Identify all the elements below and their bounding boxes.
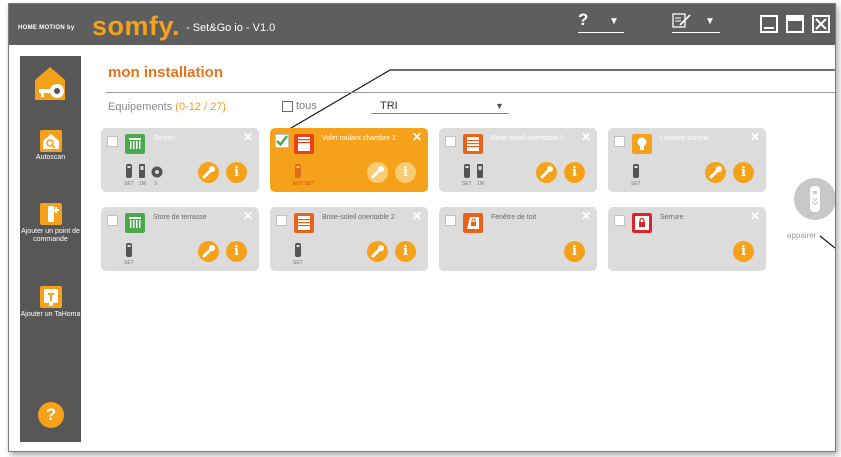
device-card-store-terrasse[interactable]: Store de terrasse ✕ SET i <box>101 207 259 271</box>
set-label: SET <box>124 181 134 187</box>
remove-device-button[interactable]: ✕ <box>750 209 760 223</box>
remote-icon <box>477 164 483 178</box>
settings-button[interactable] <box>367 241 388 262</box>
settings-button[interactable] <box>367 162 388 183</box>
equipment-counter: Equipements (0-12 / 27) <box>108 101 226 113</box>
info-button[interactable]: i <box>564 241 585 262</box>
set-label: 3 <box>154 181 157 187</box>
remote-icon <box>464 164 470 178</box>
info-button[interactable]: i <box>733 162 754 183</box>
screen-icon <box>125 134 145 154</box>
device-card-brise-soleil-2[interactable]: Brise-soleil orientable 2 ✕ SET i <box>270 207 428 271</box>
remote-icon <box>126 243 132 257</box>
chevron-down-icon: ▼ <box>495 101 504 111</box>
header-divider <box>106 92 835 93</box>
settings-button[interactable] <box>198 241 219 262</box>
sun-blind-icon <box>463 134 483 154</box>
remote-icon <box>295 243 301 257</box>
info-button[interactable]: i <box>226 162 247 183</box>
set-label: 1W <box>139 181 147 187</box>
settings-button[interactable] <box>705 162 726 183</box>
remove-device-button[interactable]: ✕ <box>750 130 760 144</box>
sort-dropdown-underline <box>371 113 509 114</box>
wrench-icon <box>371 166 384 179</box>
settings-button[interactable] <box>536 162 557 183</box>
pairing-label: appairer <box>787 231 817 240</box>
roof-window-icon <box>463 213 483 233</box>
awning-icon <box>125 213 145 233</box>
info-button[interactable]: i <box>564 162 585 183</box>
set-label: SET <box>631 181 641 187</box>
roller-shutter-icon <box>294 134 314 154</box>
device-checkbox[interactable] <box>445 215 456 226</box>
light-icon <box>632 134 652 154</box>
remote-icon <box>633 164 639 178</box>
device-checkbox[interactable] <box>614 136 625 147</box>
set-label: 1W <box>477 181 485 187</box>
device-card-brise-soleil-1[interactable]: Brise-soleil orientable 1 ✕ SET 1W i <box>439 128 597 192</box>
sun-blind-icon <box>294 213 314 233</box>
device-card-fenetre-toit[interactable]: Fenêtre de toit ✕ i <box>439 207 597 271</box>
remove-device-button[interactable]: ✕ <box>412 130 422 144</box>
device-checkbox[interactable] <box>107 136 118 147</box>
sensor-icon <box>151 166 163 178</box>
remote-icon <box>139 164 145 178</box>
device-card-volet-roulant[interactable]: Volet roulant chambre 1 ✕ NOT SET i <box>270 128 428 192</box>
device-checkbox[interactable] <box>445 136 456 147</box>
remove-device-button[interactable]: ✕ <box>243 130 253 144</box>
not-set-label: NOT SET <box>293 181 315 187</box>
settings-button[interactable] <box>198 162 219 183</box>
wrench-icon <box>371 245 384 258</box>
pairing-button[interactable] <box>794 178 835 220</box>
device-name: Screen <box>153 135 176 142</box>
checkmark-icon[interactable] <box>275 134 289 148</box>
device-card-serrure[interactable]: Serrure ✕ i <box>608 207 766 271</box>
app-window: HOME MOTION by somfy. - Set&Go io - V1.0… <box>8 3 836 452</box>
wrench-icon <box>202 245 215 258</box>
device-name: Volet roulant chambre 1 <box>322 135 396 142</box>
remote-pairing-icon <box>810 186 820 212</box>
set-label: SET <box>462 181 472 187</box>
device-name: Lumière cuisine <box>660 135 710 142</box>
remote-icon <box>126 164 132 178</box>
device-checkbox[interactable] <box>614 215 625 226</box>
wrench-icon <box>709 166 722 179</box>
device-checkbox[interactable] <box>276 215 287 226</box>
info-button[interactable]: i <box>226 241 247 262</box>
select-all-label: tous <box>296 100 317 112</box>
equipment-label: Equipements <box>108 101 173 113</box>
info-button[interactable]: i <box>733 241 754 262</box>
device-name: Brise-soleil orientable 2 <box>322 214 395 221</box>
remote-icon <box>295 164 301 178</box>
device-card-screen[interactable]: Screen ✕ SET 1W 3 i <box>101 128 259 192</box>
remove-device-button[interactable]: ✕ <box>243 209 253 223</box>
sort-dropdown[interactable]: TRI <box>380 100 398 112</box>
device-name: Store de terrasse <box>153 214 207 221</box>
info-button[interactable]: i <box>395 241 416 262</box>
set-label: SET <box>124 260 134 266</box>
select-all-checkbox[interactable] <box>282 101 293 112</box>
lock-icon <box>632 213 652 233</box>
device-name: Serrure <box>660 214 684 221</box>
device-name: Brise-soleil orientable 1 <box>491 135 564 142</box>
remove-device-button[interactable]: ✕ <box>581 209 591 223</box>
device-card-lumiere[interactable]: Lumière cuisine ✕ SET i <box>608 128 766 192</box>
remove-device-button[interactable]: ✕ <box>581 130 591 144</box>
set-label: SET <box>293 260 303 266</box>
wrench-icon <box>202 166 215 179</box>
wrench-icon <box>540 166 553 179</box>
info-button[interactable]: i <box>395 162 416 183</box>
remove-device-button[interactable]: ✕ <box>412 209 422 223</box>
device-name: Fenêtre de toit <box>491 214 537 221</box>
device-checkbox[interactable] <box>107 215 118 226</box>
equipment-count: (0-12 / 27) <box>175 101 227 113</box>
